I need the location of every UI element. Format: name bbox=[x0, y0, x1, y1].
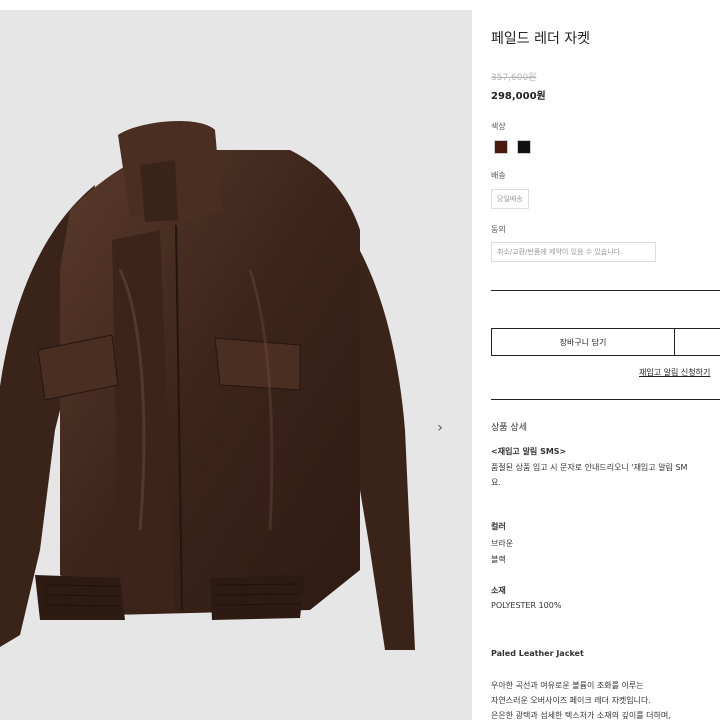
product-image-jacket bbox=[0, 120, 415, 650]
same-day-shipping-chip[interactable]: 당일배송 bbox=[491, 189, 529, 209]
sms-notice-title: <재입고 알림 SMS> bbox=[491, 447, 567, 456]
description-line-2: 자연스러운 오버사이즈 페이크 레더 자켓입니다. bbox=[491, 696, 651, 705]
agreement-label: 동의 bbox=[491, 225, 506, 234]
product-detail-heading: 상품 상세 bbox=[491, 423, 527, 433]
sms-notice-line-1: 품절된 상품 입고 시 문자로 안내드리오니 '재입고 알림 SM bbox=[491, 463, 688, 472]
divider bbox=[491, 290, 720, 291]
color-value-brown: 브라운 bbox=[491, 539, 514, 548]
material-section-title: 소재 bbox=[491, 586, 506, 595]
divider bbox=[491, 399, 720, 400]
product-title: 페일드 레더 자켓 bbox=[491, 31, 591, 47]
product-info-panel: 페일드 레더 자켓 357,600원 298,000원 색상 배송 당일배송 동… bbox=[491, 0, 720, 720]
product-image-gallery: › bbox=[0, 10, 472, 720]
original-price: 357,600원 bbox=[491, 73, 537, 83]
color-swatch-brown[interactable] bbox=[494, 140, 508, 154]
add-to-cart-button[interactable]: 장바구니 담기 bbox=[491, 328, 675, 356]
gallery-next-icon[interactable]: › bbox=[432, 420, 448, 436]
restock-alert-link[interactable]: 재입고 알림 신청하기 bbox=[639, 367, 710, 378]
description-title: Paled Leather Jacket bbox=[491, 649, 584, 658]
sale-price: 298,000원 bbox=[491, 91, 546, 102]
description-line-1: 우아한 곡선과 여유로운 볼륨이 조화를 이루는 bbox=[491, 681, 644, 690]
buy-now-button[interactable] bbox=[675, 328, 720, 356]
color-swatch-black[interactable] bbox=[517, 140, 531, 154]
agreement-select[interactable]: 취소/교환/반품에 제약이 있음 수 있습니다. bbox=[491, 242, 656, 262]
description-line-3: 은은한 광택과 섬세한 텍스처가 소재의 깊이를 더하며, bbox=[491, 711, 671, 720]
sms-notice-line-2: 요. bbox=[491, 478, 501, 487]
color-option-label: 색상 bbox=[491, 122, 506, 131]
color-value-black: 블랙 bbox=[491, 555, 506, 564]
color-section-title: 컬러 bbox=[491, 522, 506, 531]
material-value: POLYESTER 100% bbox=[491, 601, 562, 610]
shipping-option-label: 배송 bbox=[491, 171, 506, 180]
